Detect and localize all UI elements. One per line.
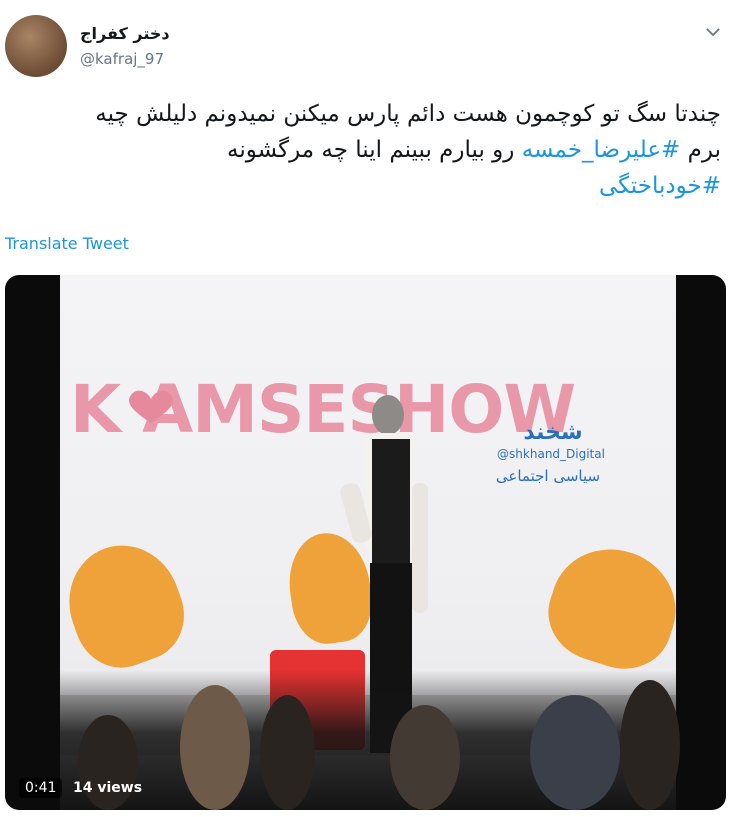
hashtag-link[interactable]: #خودباختگی bbox=[599, 173, 721, 199]
tweet-line-2: برم #علیرضا_خمسه رو بیارم ببینم اینا چه … bbox=[0, 132, 721, 168]
tweet-text-segment: رو بیارم ببینم اینا چه مرگشونه bbox=[227, 137, 522, 163]
video-views-count: 14 views bbox=[73, 780, 143, 796]
chevron-down-icon[interactable] bbox=[703, 22, 723, 42]
author-handle[interactable]: @kafraj_97 bbox=[80, 50, 164, 68]
channel-logo-text: شخند bbox=[523, 420, 583, 445]
tweet-text: چندتا سگ تو کوچمون هست دائم پارس میکنن ن… bbox=[0, 96, 721, 204]
audience-head bbox=[620, 680, 680, 810]
audience-head bbox=[260, 695, 315, 810]
audience-head bbox=[530, 695, 620, 810]
video-player[interactable]: K AMSESHOW شخند @shkhand_Digital سیاسی ا… bbox=[5, 275, 726, 810]
orange-chair bbox=[52, 529, 198, 681]
audience-head bbox=[180, 685, 250, 810]
tweet-line-1: چندتا سگ تو کوچمون هست دائم پارس میکنن ن… bbox=[95, 101, 721, 127]
video-frame: K AMSESHOW شخند @shkhand_Digital سیاسی ا… bbox=[52, 275, 691, 810]
orange-chair bbox=[536, 533, 691, 682]
audience-head bbox=[390, 705, 460, 810]
avatar[interactable] bbox=[5, 15, 67, 77]
tweet-text-segment: برم bbox=[680, 137, 721, 163]
video-duration-badge: 0:41 bbox=[19, 778, 63, 798]
tweet-line-3: #خودباختگی bbox=[0, 168, 721, 204]
heart-logo-icon bbox=[129, 390, 173, 423]
channel-logo-subtitle: سیاسی اجتماعی bbox=[495, 467, 601, 485]
channel-logo-handle: @shkhand_Digital bbox=[497, 447, 605, 461]
hashtag-link[interactable]: #علیرضا_خمسه bbox=[522, 137, 681, 163]
author-display-name[interactable]: دختر کفراج bbox=[80, 24, 170, 43]
translate-tweet-link[interactable]: Translate Tweet bbox=[5, 234, 129, 253]
